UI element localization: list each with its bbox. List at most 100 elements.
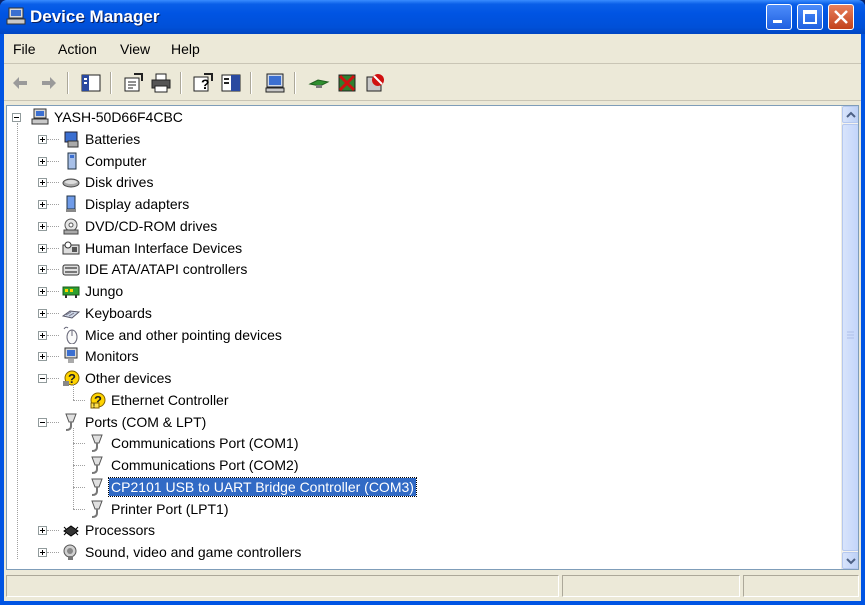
expand-button[interactable] [38, 265, 47, 275]
tree-category-display-adapters[interactable]: Display adapters [7, 194, 837, 214]
menu-help[interactable]: Help [171, 41, 200, 57]
expand-button[interactable] [38, 330, 47, 340]
show-hide-tree-icon[interactable] [80, 72, 102, 94]
expand-button[interactable] [38, 352, 47, 362]
port-icon [91, 478, 103, 496]
toolbar: ? [4, 65, 861, 101]
vertical-scrollbar[interactable] [841, 106, 858, 569]
expand-button[interactable] [38, 156, 47, 166]
tree-category-batteries[interactable]: Batteries [7, 129, 837, 149]
sound-icon [63, 544, 77, 560]
warning-device-icon: ?! [90, 392, 106, 409]
collapse-button[interactable] [38, 374, 47, 383]
category-label[interactable]: Processors [83, 521, 157, 539]
maximize-button[interactable] [797, 4, 823, 30]
properties-icon[interactable] [122, 72, 144, 94]
category-label[interactable]: Batteries [83, 130, 142, 148]
expand-button[interactable] [38, 221, 47, 231]
tree-category-disk-drives[interactable]: Disk drives [7, 172, 837, 192]
category-label[interactable]: Human Interface Devices [83, 239, 244, 257]
tree-connector [47, 225, 59, 227]
category-label[interactable]: Ports (COM & LPT) [83, 413, 208, 431]
tree-connector [47, 291, 59, 292]
tree-root[interactable]: YASH-50D66F4CBC [7, 107, 837, 127]
expand-button[interactable] [38, 548, 47, 557]
category-label[interactable]: Keyboards [83, 304, 154, 322]
port-icon [65, 413, 77, 431]
tree-device-item[interactable]: CP2101 USB to UART Bridge Controller (CO… [7, 476, 837, 497]
forward-icon[interactable] [38, 72, 60, 94]
category-label[interactable]: Display adapters [83, 195, 191, 213]
expand-button[interactable] [38, 243, 47, 253]
scroll-thumb[interactable] [842, 124, 858, 551]
disable-icon[interactable] [336, 72, 358, 94]
menu-bar: File Action View Help [4, 34, 861, 64]
expand-button[interactable] [38, 178, 47, 188]
back-icon[interactable] [9, 72, 31, 94]
title-bar[interactable]: Device Manager [0, 0, 865, 34]
tree-category-human-interface-devices[interactable]: Human Interface Devices [7, 238, 837, 258]
category-label[interactable]: Monitors [83, 347, 141, 365]
close-button[interactable] [828, 4, 854, 30]
display-adapter-icon [66, 195, 76, 212]
expand-button[interactable] [38, 200, 47, 209]
close-icon [834, 10, 848, 24]
device-tree[interactable]: YASH-50D66F4CBC Batteries Computer Disk dri… [6, 105, 859, 570]
category-label[interactable]: Jungo [83, 282, 125, 300]
device-manager-icon [6, 7, 26, 25]
category-label[interactable]: IDE ATA/ATAPI controllers [83, 260, 249, 278]
scan-hardware-icon[interactable] [264, 72, 286, 94]
tree-category-jungo[interactable]: Jungo [7, 281, 837, 301]
tree-category-monitors[interactable]: Monitors [7, 346, 837, 366]
tree-category-keyboards[interactable]: Keyboards [7, 303, 837, 323]
port-icon [91, 500, 103, 518]
expand-button[interactable] [38, 134, 47, 144]
expand-button[interactable] [38, 287, 47, 296]
category-label[interactable]: Other devices [83, 369, 173, 387]
expand-button[interactable] [38, 526, 47, 536]
collapse-button[interactable] [38, 417, 47, 427]
scroll-down-button[interactable] [842, 552, 858, 569]
console-tree-icon[interactable] [220, 72, 242, 94]
tree-device-item[interactable]: Communications Port (COM2) [7, 455, 837, 475]
minimize-button[interactable] [766, 4, 792, 30]
tree-device-item[interactable]: ?! Ethernet Controller [7, 390, 837, 410]
update-driver-icon[interactable] [308, 72, 330, 94]
print-icon[interactable] [150, 72, 172, 94]
device-label[interactable]: CP2101 USB to UART Bridge Controller (CO… [108, 476, 417, 497]
maximize-icon [803, 10, 817, 24]
device-label[interactable]: Communications Port (COM2) [109, 456, 301, 474]
tree-device-item[interactable]: Communications Port (COM1) [7, 433, 837, 453]
jungo-icon [62, 286, 80, 298]
uninstall-icon[interactable] [364, 72, 386, 94]
tree-category-other-devices[interactable]: ? Other devices [7, 368, 837, 388]
tree-category-computer[interactable]: Computer [7, 151, 837, 171]
category-label[interactable]: Disk drives [83, 173, 155, 191]
category-label[interactable]: DVD/CD-ROM drives [83, 217, 219, 235]
tree-connector [73, 465, 85, 466]
menu-file[interactable]: File [13, 41, 36, 57]
client-area: File Action View Help ? YASH-50D66F4CBC B… [4, 34, 861, 601]
expand-button[interactable] [38, 308, 47, 318]
scroll-up-button[interactable] [842, 106, 858, 123]
tree-category-sound-video-and-game-controllers[interactable]: Sound, video and game controllers [7, 542, 837, 562]
device-label[interactable]: Printer Port (LPT1) [109, 500, 230, 518]
device-label[interactable]: Communications Port (COM1) [109, 434, 301, 452]
tree-device-item[interactable]: Printer Port (LPT1) [7, 499, 837, 519]
tree-category-ide-ata-atapi-controllers[interactable]: IDE ATA/ATAPI controllers [7, 259, 837, 279]
menu-view[interactable]: View [120, 41, 150, 57]
help-icon[interactable]: ? [192, 72, 214, 94]
tree-category-mice-and-other-pointing-devices[interactable]: Mice and other pointing devices [7, 325, 837, 345]
device-label[interactable]: Ethernet Controller [109, 391, 231, 409]
tree-category-dvd-cd-rom-drives[interactable]: DVD/CD-ROM drives [7, 216, 837, 236]
computer-name[interactable]: YASH-50D66F4CBC [52, 108, 185, 126]
tree-connector [73, 427, 74, 509]
category-label[interactable]: Mice and other pointing devices [83, 326, 284, 344]
tree-connector [47, 269, 59, 271]
tree-category-processors[interactable]: Processors [7, 520, 837, 540]
menu-action[interactable]: Action [58, 41, 97, 57]
tree-category-ports-com-lpt[interactable]: Ports (COM & LPT) [7, 412, 837, 432]
category-label[interactable]: Computer [83, 152, 148, 170]
category-label[interactable]: Sound, video and game controllers [83, 543, 303, 561]
collapse-button[interactable] [12, 113, 21, 122]
